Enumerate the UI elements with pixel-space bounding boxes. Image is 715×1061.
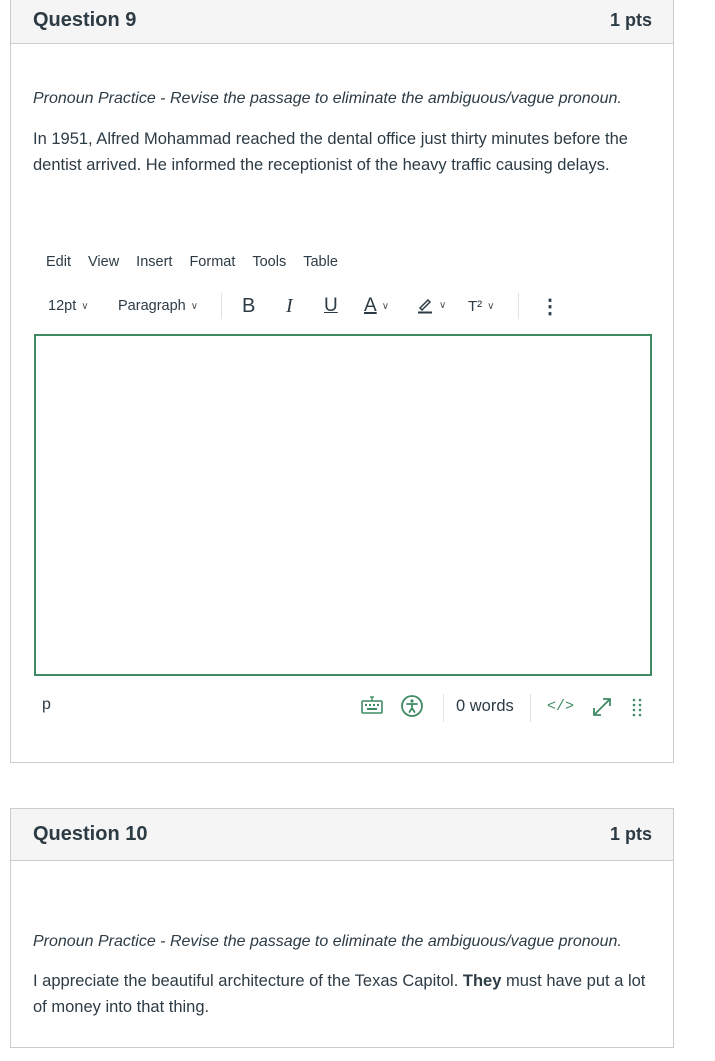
text-color-icon: A [364,295,377,316]
menu-insert[interactable]: Insert [136,254,172,270]
font-size-select[interactable]: 12pt ∨ [48,298,89,314]
font-size-value: 12pt [48,298,77,314]
question-9-card: Question 9 1 pts Pronoun Practice - Revi… [10,0,674,763]
superscript-icon: T² [468,297,483,315]
highlight-pen-icon [418,298,432,314]
statusbar-divider [530,694,531,722]
question-title: Question 9 [33,8,137,31]
more-options-button[interactable]: ⋮ [540,294,560,319]
toolbar-divider [518,293,519,319]
question-header: Question 10 1 pts [11,809,673,861]
expand-icon [593,698,611,716]
bold-button[interactable]: B [242,295,255,318]
italic-button[interactable]: I [286,295,293,318]
menu-table[interactable]: Table [303,254,338,270]
menu-view[interactable]: View [88,254,119,270]
keyboard-shortcuts-button[interactable] [360,694,384,718]
fullscreen-button[interactable] [590,695,614,719]
question-instruction: Pronoun Practice - Revise the passage to… [33,90,622,107]
question-passage: I appreciate the beautiful architecture … [33,968,653,1020]
question-points: 1 pts [609,824,652,844]
block-format-select[interactable]: Paragraph ∨ [118,298,198,314]
question-header: Question 9 1 pts [11,0,673,44]
question-instruction: Pronoun Practice - Revise the passage to… [33,933,622,950]
toolbar-divider [221,293,222,319]
underline-button[interactable]: U [324,295,338,317]
chevron-down-icon: ∨ [439,299,447,311]
word-count[interactable]: 0 words [456,697,514,716]
rich-text-editor-area[interactable] [34,334,652,676]
menu-tools[interactable]: Tools [252,254,286,270]
editor-menubar: Edit View Insert Format Tools Table [46,254,355,270]
chevron-down-icon: ∨ [381,300,390,312]
question-10-card: Question 10 1 pts Pronoun Practice - Rev… [10,808,674,1048]
accessibility-icon [401,695,423,717]
html-editor-button[interactable]: </> [547,698,574,715]
chevron-down-icon: ∨ [487,300,495,312]
keyboard-icon [361,696,383,714]
chevron-down-icon: ∨ [81,300,89,312]
superscript-button[interactable]: T² ∨ [468,298,495,315]
accessibility-checker-button[interactable] [400,694,424,718]
question-body: Pronoun Practice - Revise the passage to… [11,44,673,762]
question-title: Question 10 [33,823,148,845]
chevron-down-icon: ∨ [190,300,199,312]
element-path[interactable]: p [42,696,51,714]
block-format-value: Paragraph [118,298,186,314]
highlight-button[interactable]: ∨ [416,296,446,314]
editor-statusbar: p 0 words </> [34,694,654,722]
question-passage: In 1951, Alfred Mohammad reached the den… [33,130,628,174]
resize-handle[interactable] [631,696,643,720]
question-body: Pronoun Practice - Revise the passage to… [11,861,673,1061]
editor-toolbar: 12pt ∨ Paragraph ∨ B I U A ∨ ∨ T² ∨ ⋮ [48,292,568,320]
statusbar-divider [443,694,444,722]
question-points: 1 pts [609,9,652,30]
passage-text: I appreciate the beautiful architecture … [33,972,463,990]
menu-format[interactable]: Format [189,254,235,270]
passage-bold-pronoun: They [462,972,502,990]
menu-edit[interactable]: Edit [46,254,71,270]
text-color-button[interactable]: A ∨ [364,295,389,317]
resize-handle-icon [632,698,642,717]
